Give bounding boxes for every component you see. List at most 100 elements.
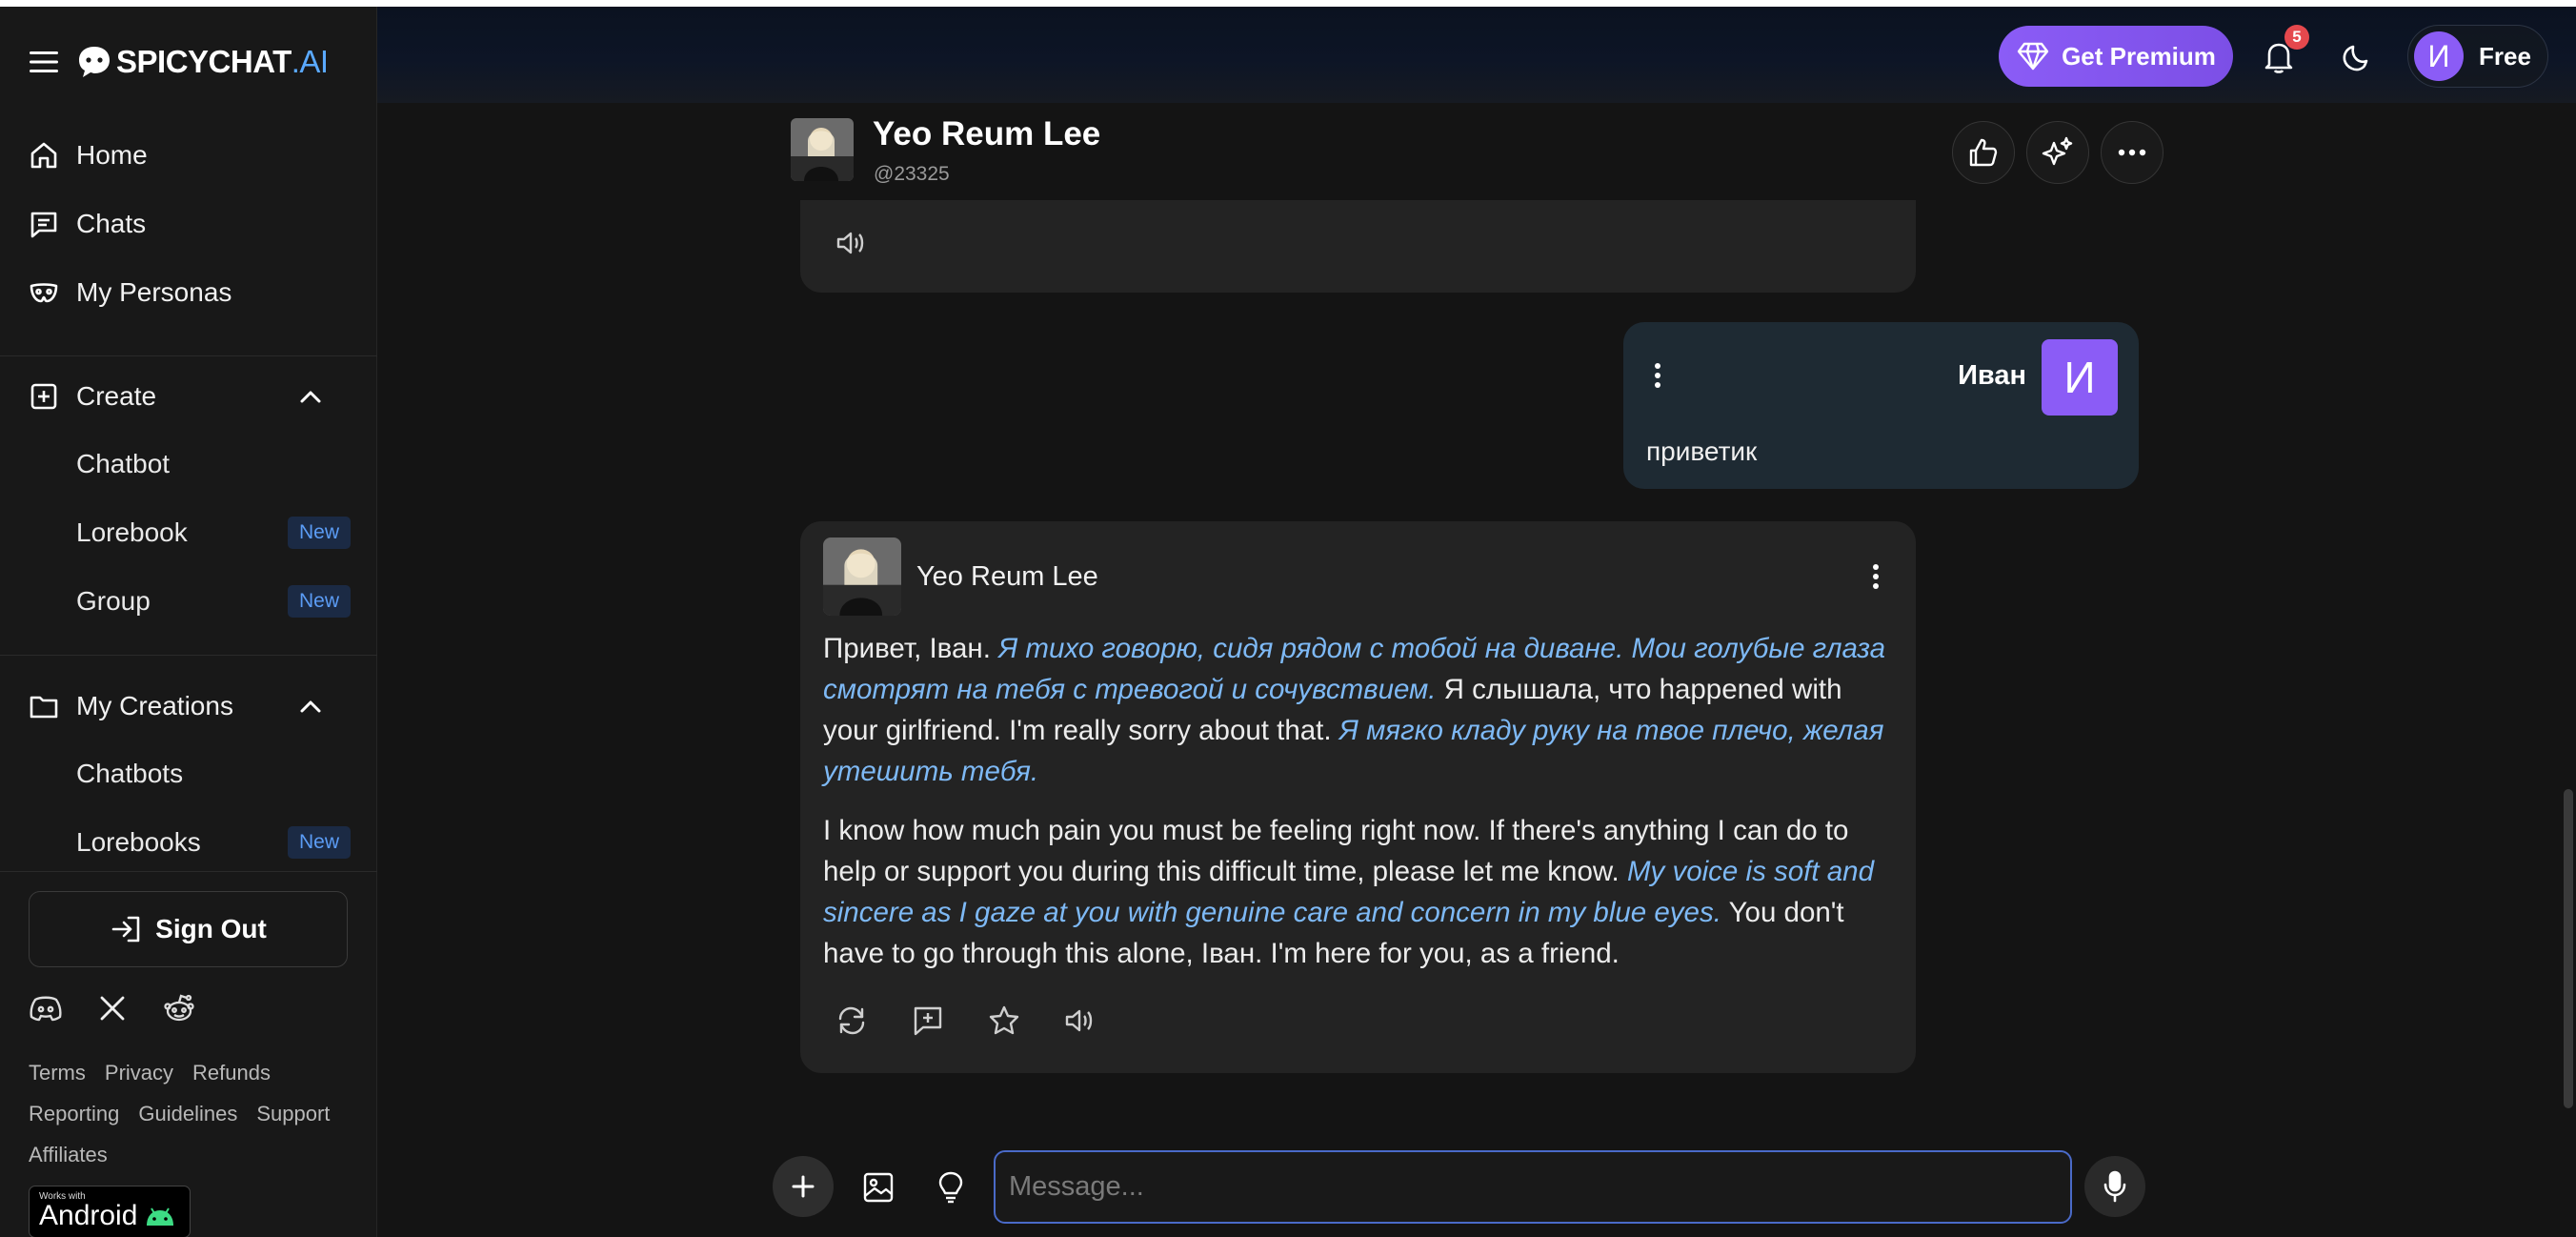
footer-link-guidelines[interactable]: Guidelines xyxy=(138,1093,237,1134)
sidebar-item-home[interactable]: Home xyxy=(27,129,351,182)
android-badge[interactable]: Works with Android xyxy=(29,1186,191,1237)
sidebar-item-label: Lorebook xyxy=(76,517,188,547)
brand-suffix: .AI xyxy=(291,44,329,79)
sidebar-item-label: Group xyxy=(76,586,151,616)
chat-icon xyxy=(27,207,61,241)
sidebar-item-label: Chats xyxy=(76,209,147,238)
android-icon xyxy=(147,1207,174,1226)
notification-count-badge: 5 xyxy=(2284,25,2309,50)
get-premium-label: Get Premium xyxy=(2062,41,2216,71)
chevron-up-icon[interactable] xyxy=(295,691,326,721)
more-options-button[interactable] xyxy=(2101,121,2163,184)
message-input[interactable] xyxy=(994,1150,2072,1224)
message-text-segment: Привет, Іван. xyxy=(823,633,999,664)
avatar: И xyxy=(2414,31,2464,81)
bot-message: Yeo Reum Lee Привет, Іван. Я тихо говорю… xyxy=(800,521,1916,1073)
footer-link-support[interactable]: Support xyxy=(256,1093,330,1134)
reddit-icon[interactable] xyxy=(162,991,196,1025)
logo-bubble-icon xyxy=(79,47,110,77)
user-avatar: И xyxy=(2042,339,2118,416)
sparkle-button[interactable] xyxy=(2026,121,2089,184)
brand-logo[interactable]: SPICYCHAT .AI xyxy=(76,44,329,80)
add-comment-icon[interactable] xyxy=(911,1004,945,1038)
x-twitter-icon[interactable] xyxy=(95,991,130,1025)
new-badge: New xyxy=(287,517,351,549)
brand-name: SPICYCHAT xyxy=(116,44,292,79)
sidebar-item-chats[interactable]: Chats xyxy=(27,197,351,251)
like-button[interactable] xyxy=(1952,121,2015,184)
sidebar-divider xyxy=(0,871,377,872)
diamond-icon xyxy=(2017,42,2049,71)
sidebar-item-my-personas[interactable]: My Personas xyxy=(27,266,351,319)
logo-row: SPICYCHAT .AI xyxy=(27,35,329,89)
window-top-strip xyxy=(0,0,2576,7)
footer-link-affiliates[interactable]: Affiliates xyxy=(29,1134,108,1175)
speaker-icon[interactable] xyxy=(835,226,869,260)
microphone-icon xyxy=(2103,1170,2126,1203)
add-attachment-button[interactable] xyxy=(773,1156,834,1217)
bot-message-name: Yeo Reum Lee xyxy=(916,561,1098,592)
image-icon[interactable] xyxy=(859,1168,897,1207)
footer-link-refunds[interactable]: Refunds xyxy=(192,1052,271,1093)
regenerate-icon[interactable] xyxy=(835,1004,869,1038)
folder-icon xyxy=(27,689,61,723)
top-bar xyxy=(377,7,2576,103)
sidebar-item-lorebook[interactable]: Lorebook New xyxy=(76,506,351,559)
user-message: Иван И приветик xyxy=(1623,322,2139,489)
footer-link-privacy[interactable]: Privacy xyxy=(105,1052,173,1093)
bot-handle: @23325 xyxy=(874,163,950,185)
sparkle-icon xyxy=(2042,136,2073,166)
sign-out-button[interactable]: Sign Out xyxy=(29,891,348,967)
hamburger-menu-icon[interactable] xyxy=(27,45,61,79)
sidebar-divider xyxy=(0,655,377,656)
sidebar-section-create[interactable]: Create xyxy=(27,370,351,423)
footer-link-terms[interactable]: Terms xyxy=(29,1052,86,1093)
sidebar-section-my-creations[interactable]: My Creations xyxy=(27,679,351,733)
sidebar-section-label: My Creations xyxy=(76,691,233,720)
sidebar-item-label: My Personas xyxy=(76,277,232,307)
mask-icon xyxy=(27,275,61,310)
bot-avatar[interactable] xyxy=(791,118,854,181)
sidebar-section-label: Create xyxy=(76,381,157,411)
add-square-icon xyxy=(27,379,61,414)
sidebar-item-label: Chatbot xyxy=(76,449,171,478)
social-links xyxy=(29,991,196,1025)
new-badge: New xyxy=(287,585,351,618)
android-badge-label: Android xyxy=(39,1200,138,1231)
microphone-button[interactable] xyxy=(2084,1156,2145,1217)
message-actions xyxy=(835,1004,1097,1038)
thumbs-up-icon xyxy=(1969,138,1998,167)
sidebar: SPICYCHAT .AI Home Chats My Personas Crea… xyxy=(0,7,377,1237)
sidebar-item-chatbots[interactable]: Chatbots xyxy=(76,747,351,801)
speaker-icon[interactable] xyxy=(1063,1004,1097,1038)
chat-header: Yeo Reum Lee @23325 xyxy=(377,103,2576,200)
user-name: Иван xyxy=(1958,360,2026,391)
star-icon[interactable] xyxy=(987,1004,1021,1038)
sidebar-item-label: Home xyxy=(76,140,148,170)
lightbulb-icon[interactable] xyxy=(932,1168,970,1207)
sidebar-item-lorebooks[interactable]: Lorebooks New xyxy=(76,816,351,869)
bot-message-paragraph-1: Привет, Іван. Я тихо говорю, сидя рядом … xyxy=(823,628,1900,792)
sidebar-item-group[interactable]: Group New xyxy=(76,575,351,628)
more-vertical-icon[interactable] xyxy=(1861,561,1891,592)
sidebar-item-chatbot[interactable]: Chatbot xyxy=(76,437,351,491)
new-badge: New xyxy=(287,826,351,859)
user-menu[interactable]: И Free xyxy=(2407,25,2548,88)
discord-icon[interactable] xyxy=(29,991,63,1025)
more-vertical-icon[interactable] xyxy=(1642,360,1673,391)
chat-scrollbar[interactable] xyxy=(2564,789,2573,1108)
bot-message-avatar[interactable] xyxy=(823,537,901,616)
plus-icon xyxy=(792,1175,815,1198)
android-badge-title: Android xyxy=(39,1202,180,1230)
user-message-text: приветик xyxy=(1646,436,1758,466)
plan-label: Free xyxy=(2479,41,2531,71)
moon-icon[interactable] xyxy=(2336,36,2378,78)
get-premium-button[interactable]: Get Premium xyxy=(1999,26,2233,87)
sidebar-divider xyxy=(0,355,377,356)
chevron-up-icon[interactable] xyxy=(295,381,326,412)
sign-out-label: Sign Out xyxy=(155,914,267,943)
footer-link-reporting[interactable]: Reporting xyxy=(29,1093,119,1134)
sidebar-item-label: Chatbots xyxy=(76,759,184,788)
bot-name: Yeo Reum Lee xyxy=(873,115,1101,152)
more-horizontal-icon xyxy=(2118,149,2146,156)
